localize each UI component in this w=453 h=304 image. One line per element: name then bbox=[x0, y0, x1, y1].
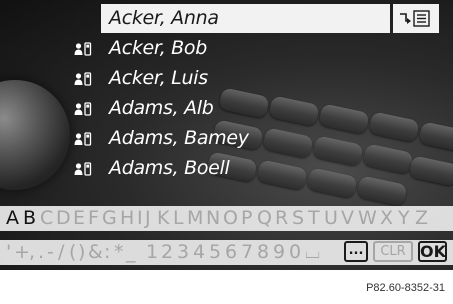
char-key[interactable]: 7 bbox=[241, 241, 253, 263]
char-key[interactable]: ) bbox=[78, 241, 85, 263]
char-key[interactable]: H bbox=[120, 207, 134, 229]
char-key[interactable]: S bbox=[292, 207, 304, 229]
list-menu-button[interactable] bbox=[393, 4, 439, 33]
char-key[interactable]: P bbox=[241, 207, 252, 229]
contact-phone-icon bbox=[74, 72, 92, 86]
contact-row[interactable]: Adams, Boell bbox=[0, 154, 453, 183]
char-key[interactable]: K bbox=[157, 207, 169, 229]
char-key[interactable]: + bbox=[14, 241, 30, 263]
char-key[interactable]: I bbox=[137, 207, 143, 229]
char-key[interactable]: Q bbox=[257, 207, 272, 229]
char-key[interactable]: : bbox=[104, 241, 110, 263]
char-key[interactable]: W bbox=[358, 207, 377, 229]
char-key[interactable]: 8 bbox=[257, 241, 269, 263]
letter-selection-bar: A B C D E F G H I J K L M N O P Q R S T … bbox=[0, 206, 453, 231]
char-key[interactable]: 1 bbox=[146, 241, 158, 263]
contact-name: Acker, Anna bbox=[109, 7, 219, 29]
char-key[interactable]: G bbox=[102, 207, 117, 229]
char-key[interactable]: 3 bbox=[177, 241, 189, 263]
char-key[interactable]: B bbox=[23, 207, 36, 229]
char-key[interactable]: X bbox=[380, 207, 393, 229]
contact-row[interactable]: Adams, Alb bbox=[0, 94, 453, 123]
contact-phone-icon bbox=[74, 42, 92, 56]
char-key[interactable]: V bbox=[341, 207, 354, 229]
clear-button[interactable]: CLR bbox=[373, 241, 413, 262]
char-key[interactable]: , bbox=[29, 241, 35, 263]
char-key[interactable]: 5 bbox=[209, 241, 221, 263]
char-key[interactable]: _ bbox=[126, 241, 136, 263]
contact-row[interactable]: Acker, Luis bbox=[0, 64, 453, 93]
char-key[interactable]: . bbox=[38, 241, 44, 263]
char-key[interactable]: ⌴ bbox=[305, 241, 320, 263]
char-key[interactable]: 2 bbox=[161, 241, 173, 263]
display-screen: Acker, Anna Acker, Bob Acker, Luis Adams… bbox=[0, 0, 453, 270]
list-menu-icon bbox=[400, 10, 430, 27]
contact-phone-icon bbox=[74, 12, 92, 26]
char-key[interactable]: J bbox=[145, 207, 151, 229]
char-key[interactable]: 9 bbox=[273, 241, 285, 263]
char-key[interactable]: U bbox=[324, 207, 338, 229]
contact-name: Acker, Luis bbox=[109, 67, 208, 89]
char-key[interactable]: T bbox=[308, 207, 320, 229]
char-key[interactable]: A bbox=[6, 207, 19, 229]
char-key[interactable]: ' bbox=[6, 241, 11, 263]
char-key[interactable]: 6 bbox=[225, 241, 237, 263]
ok-button[interactable]: OK bbox=[418, 241, 447, 262]
char-key[interactable]: ( bbox=[69, 241, 76, 263]
char-key[interactable]: Y bbox=[398, 207, 410, 229]
contact-row[interactable]: Acker, Anna bbox=[0, 4, 453, 33]
contact-name: Adams, Alb bbox=[109, 97, 214, 119]
contact-name: Adams, Boell bbox=[109, 157, 230, 179]
char-key[interactable]: M bbox=[187, 207, 203, 229]
char-key[interactable]: R bbox=[275, 207, 288, 229]
contact-phone-icon bbox=[74, 102, 92, 116]
figure-caption: P82.60-8352-31 bbox=[366, 282, 445, 294]
char-key[interactable]: N bbox=[206, 207, 220, 229]
char-key[interactable]: O bbox=[223, 207, 238, 229]
contact-row[interactable]: Acker, Bob bbox=[0, 34, 453, 63]
char-key[interactable]: L bbox=[173, 207, 184, 229]
char-key[interactable]: 0 bbox=[289, 241, 301, 263]
more-characters-button[interactable]: ... bbox=[344, 241, 368, 262]
contact-name: Adams, Bamey bbox=[109, 127, 249, 149]
char-key[interactable]: Z bbox=[415, 207, 428, 229]
contact-phone-icon bbox=[74, 132, 92, 146]
contact-phone-icon bbox=[74, 162, 92, 176]
char-key[interactable]: * bbox=[114, 241, 124, 263]
contact-row[interactable]: Adams, Bamey bbox=[0, 124, 453, 153]
char-key[interactable]: F bbox=[88, 207, 99, 229]
char-key[interactable]: - bbox=[47, 241, 54, 263]
char-key[interactable]: & bbox=[88, 241, 103, 263]
symbol-selection-bar: ' + , . - / ( ) & : * _ 1 2 3 4 5 6 7 8 … bbox=[0, 240, 453, 265]
char-key[interactable]: E bbox=[73, 207, 85, 229]
char-key[interactable]: D bbox=[56, 207, 71, 229]
char-key[interactable]: 4 bbox=[193, 241, 205, 263]
char-key[interactable]: C bbox=[40, 207, 53, 229]
char-key[interactable]: / bbox=[58, 241, 64, 263]
contact-name: Acker, Bob bbox=[109, 37, 208, 59]
